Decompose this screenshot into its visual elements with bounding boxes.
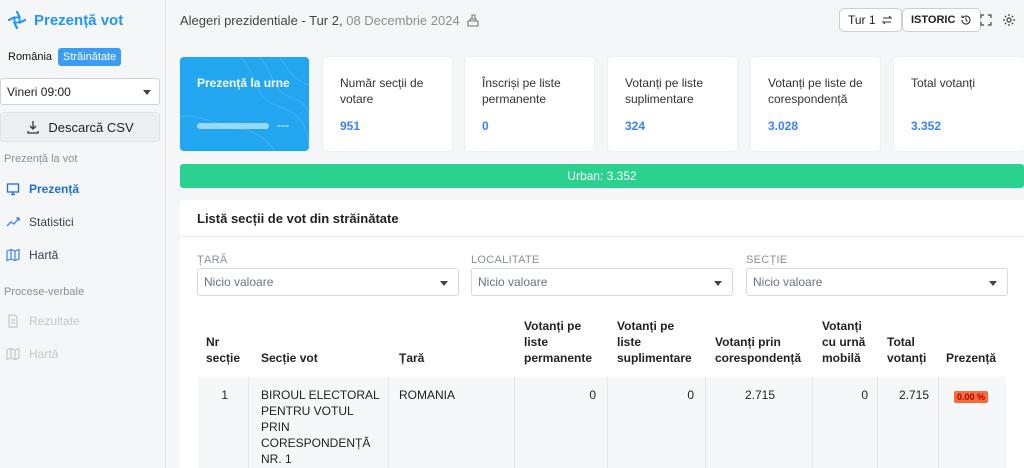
card-value: 951 [340, 119, 361, 133]
urban-bar: Urban: 3.352 [180, 164, 1024, 188]
panel-title: Listă secții de vot din străinătate [197, 211, 399, 226]
election-name: Alegeri prezidentiale - Tur 2, [180, 13, 343, 28]
card-label: Votanți pe liste suplimentare [625, 76, 704, 106]
card-total: Total votanți 3.352 [894, 57, 1024, 151]
th-permanente: Votanți pe liste permanente [524, 319, 593, 365]
card-value: 0 [482, 119, 489, 133]
card-sections: Număr secții de votare 951 [323, 57, 452, 151]
card-label: Total votanți [911, 76, 976, 90]
caret-down-icon [714, 281, 722, 286]
cell-mobila: 0 [861, 388, 868, 402]
brand[interactable]: Prezență vot [0, 0, 165, 40]
nav-item-label: Statistici [29, 215, 74, 229]
th-sectie: Secție vot [261, 351, 318, 365]
divider [180, 236, 1024, 237]
filter-label-section: SECȚIE [746, 254, 788, 266]
logo-icon [8, 11, 26, 29]
locality-filter-select[interactable]: Nicio valoare [471, 268, 733, 296]
th-total: Total votanți [887, 335, 927, 365]
nav-item-statistici[interactable]: Statistici [6, 215, 74, 229]
stations-panel: Listă secții de vot din străinătate ȚARĂ… [180, 200, 1024, 468]
cell-permanente: 0 [589, 388, 596, 402]
card-value: 3.028 [768, 119, 799, 133]
turnout-badge: 0.00 % [954, 391, 989, 403]
locality-filter-value: Nicio valoare [478, 275, 548, 289]
nav-item-harta-pv: Hartă [6, 347, 58, 361]
trend-icon [6, 217, 20, 227]
cell-corespondenta: 2.715 [744, 388, 775, 402]
section-filter-value: Nicio valoare [753, 275, 823, 289]
ballot-box-icon [467, 14, 479, 27]
th-tara: Țară [399, 351, 425, 365]
country-filter-value: Nicio valoare [204, 275, 274, 289]
cell-suplimentare: 0 [687, 388, 694, 402]
nav-item-label: Prezență [29, 182, 80, 196]
card-supplementary: Votanți pe liste suplimentare 324 [608, 57, 737, 151]
turnout-progress-bar [197, 123, 269, 129]
caret-down-icon [143, 90, 151, 95]
contour-pattern [180, 57, 309, 151]
swap-icon [881, 15, 892, 25]
card-label: Votanți pe liste de corespondență [768, 76, 863, 106]
round-label: Tur 1 [848, 13, 876, 27]
sidebar: Prezență vot România Străinătate Vineri … [0, 0, 166, 468]
th-mobila: Votanți cu urnă mobilă [822, 319, 866, 365]
cell-nr: 1 [221, 388, 228, 402]
card-correspondence: Votanți pe liste de corespondență 3.028 [751, 57, 880, 151]
filter-label-country: ȚARĂ [197, 254, 228, 266]
monitor-icon [6, 183, 20, 196]
scope-romania[interactable]: România [6, 48, 54, 66]
section-label-reports: Procese-verbale [4, 286, 85, 298]
th-corespondenta: Votanți prin corespondență [715, 335, 802, 365]
th-suplimentare: Votanți pe liste suplimentare [617, 319, 692, 365]
card-value: 324 [625, 119, 646, 133]
nav-item-label: Hartă [29, 248, 59, 262]
round-switch-button[interactable]: Tur 1 [839, 8, 902, 32]
filter-label-locality: LOCALITATE [471, 254, 540, 266]
election-title: Alegeri prezidentiale - Tur 2, 08 Decemb… [180, 13, 480, 28]
download-icon [27, 121, 40, 134]
caret-down-icon [440, 281, 448, 286]
brand-title: Prezență vot [34, 11, 124, 29]
card-label: Înscriși pe liste permanente [482, 76, 561, 106]
card-label: Număr secții de votare [340, 76, 424, 106]
fullscreen-icon[interactable] [980, 14, 992, 26]
nav-item-label: Rezultate [29, 314, 80, 328]
column-divider [388, 377, 389, 468]
section-filter-select[interactable]: Nicio valoare [746, 268, 1008, 296]
country-filter-select[interactable]: Nicio valoare [197, 268, 459, 296]
column-divider [938, 377, 939, 468]
card-turnout: Prezență la urne --- [180, 57, 309, 151]
caret-down-icon [989, 281, 997, 286]
scope-abroad[interactable]: Străinătate [58, 48, 122, 66]
card-value: 3.352 [911, 119, 942, 133]
th-nr: Nr secție [206, 335, 241, 365]
cell-sectie: BIROUL ELECTORAL PENTRU VOTUL PRIN CORES… [261, 388, 380, 466]
section-label-turnout: Prezență la vot [4, 153, 78, 165]
download-csv-button[interactable]: Descarcă CSV [0, 112, 160, 142]
map-icon [6, 248, 20, 262]
history-label: ISTORIC [911, 14, 956, 26]
history-icon [961, 15, 971, 25]
nav-item-rezultate: Rezultate [6, 314, 80, 328]
nav-item-harta[interactable]: Hartă [6, 248, 58, 262]
map-icon [6, 347, 20, 361]
nav-item-label: Hartă [29, 347, 59, 361]
time-select[interactable]: Vineri 09:00 [0, 78, 160, 105]
download-csv-label: Descarcă CSV [48, 119, 134, 135]
column-divider [248, 377, 249, 468]
card-value: --- [277, 118, 289, 132]
scope-switch: România Străinătate [0, 47, 165, 67]
header: Alegeri prezidentiale - Tur 2, 08 Decemb… [166, 0, 1024, 40]
election-date: 08 Decembrie 2024 [346, 13, 460, 28]
document-icon [8, 314, 18, 328]
th-prezenta: Prezență [946, 351, 997, 365]
gear-icon[interactable] [1002, 13, 1016, 27]
history-button[interactable]: ISTORIC [902, 8, 982, 32]
nav-item-prezenta[interactable]: Prezență [6, 182, 79, 196]
cell-total: 2.715 [898, 388, 929, 402]
card-permanent: Înscriși pe liste permanente 0 [465, 57, 594, 151]
cell-tara: ROMANIA [399, 388, 456, 402]
time-select-value: Vineri 09:00 [7, 84, 71, 99]
